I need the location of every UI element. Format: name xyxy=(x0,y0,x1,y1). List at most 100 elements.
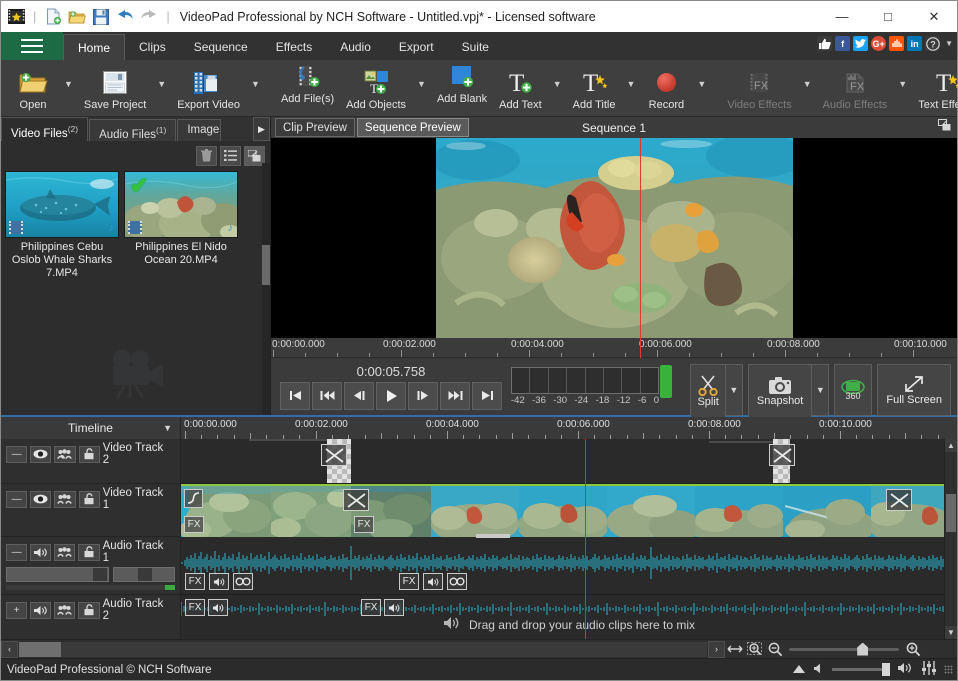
record-dropdown-caret[interactable]: ▼ xyxy=(692,79,711,89)
open-project-icon[interactable] xyxy=(66,6,88,28)
list-view-icon[interactable] xyxy=(220,146,241,166)
expand-track-button[interactable]: + xyxy=(6,602,27,619)
audio-effects-dropdown-caret[interactable]: ▼ xyxy=(893,79,912,89)
zoom-out-icon[interactable] xyxy=(765,641,785,658)
media-item[interactable]: ✔ ♪ Philippines El Nido Ocean 20.MP4 xyxy=(124,171,238,280)
save-project-dropdown-caret[interactable]: ▼ xyxy=(152,79,171,89)
add-objects-button[interactable]: T Add Objects xyxy=(340,66,412,111)
volume-high-icon[interactable] xyxy=(897,662,914,677)
unlock-icon[interactable] xyxy=(78,544,99,561)
lane-video-track-2[interactable]: FX FX xyxy=(181,439,957,484)
tab-home[interactable]: Home xyxy=(63,34,125,60)
audio-effects-button[interactable]: FX Audio Effects xyxy=(817,66,894,111)
resize-grip-icon[interactable] xyxy=(944,665,953,674)
close-button[interactable]: ✕ xyxy=(911,1,957,32)
minimize-button[interactable]: — xyxy=(819,1,865,32)
volume-low-icon[interactable] xyxy=(813,663,825,677)
go-to-start-button[interactable] xyxy=(280,382,310,410)
timeline-ruler[interactable]: 0:00:00.000 0:00:02.000 0:00:04.000 0:00… xyxy=(181,417,957,439)
mixer-icon[interactable] xyxy=(921,661,937,678)
preview-ruler[interactable]: 0:00:00.000 0:00:02.000 0:00:04.000 0:00… xyxy=(271,338,957,358)
timeline-clip[interactable] xyxy=(695,486,783,536)
redo-icon[interactable] xyxy=(138,6,160,28)
media-panel-scroll-thumb[interactable] xyxy=(262,245,270,285)
timeline-vertical-scrollbar[interactable]: ▲ ▼ xyxy=(944,439,957,639)
timeline-clip[interactable] xyxy=(431,486,519,536)
add-blank-button[interactable]: Add Blank xyxy=(431,60,493,116)
text-effects-button[interactable]: T Text Effects xyxy=(912,66,958,111)
tab-export[interactable]: Export xyxy=(385,34,448,60)
save-icon[interactable] xyxy=(90,6,112,28)
fit-width-icon[interactable] xyxy=(725,641,745,658)
group-icon[interactable] xyxy=(54,446,75,463)
pan-slider[interactable] xyxy=(113,567,175,582)
scroll-right-button[interactable]: › xyxy=(708,641,725,658)
timeline-clip[interactable] xyxy=(783,486,871,536)
video-preview-stage[interactable] xyxy=(271,138,957,338)
tab-effects[interactable]: Effects xyxy=(262,34,326,60)
track-lanes[interactable]: FX FX xyxy=(181,439,957,639)
transition-icon[interactable] xyxy=(343,489,369,511)
expand-icon[interactable] xyxy=(792,663,806,677)
add-title-button[interactable]: T Add Title xyxy=(567,66,622,111)
media-item[interactable]: ♪ Philippines Cebu Oslob Whale Sharks 7.… xyxy=(5,171,119,280)
collapse-track-button[interactable]: — xyxy=(6,491,27,508)
undo-icon[interactable] xyxy=(114,6,136,28)
step-forward-button[interactable] xyxy=(408,382,438,410)
timeline-clip[interactable]: FX xyxy=(181,486,271,536)
thumbs-up-icon[interactable] xyxy=(817,36,832,51)
lane-video-track-1[interactable]: FX xyxy=(181,484,957,537)
link-icon[interactable] xyxy=(233,573,253,590)
unlock-icon[interactable] xyxy=(78,602,99,619)
transition-icon[interactable] xyxy=(886,489,912,511)
speaker-icon[interactable] xyxy=(423,573,443,590)
collapse-track-button[interactable]: — xyxy=(6,446,27,463)
360-button[interactable]: 360 xyxy=(834,364,872,416)
video-effects-button[interactable]: FX Video Effects xyxy=(721,66,797,111)
add-files-button[interactable]: Add File(s) xyxy=(275,60,340,116)
timeline-clip[interactable] xyxy=(271,486,351,536)
tab-clips[interactable]: Clips xyxy=(125,34,180,60)
scroll-down-icon[interactable]: ▼ xyxy=(945,626,957,639)
timeline-title-area[interactable]: Timeline ▼ xyxy=(1,417,181,439)
speaker-icon[interactable] xyxy=(208,599,228,616)
transition-icon[interactable] xyxy=(769,444,795,466)
curve-icon[interactable] xyxy=(184,489,203,508)
google-plus-icon[interactable]: G+ xyxy=(871,36,886,51)
link-icon[interactable] xyxy=(447,573,467,590)
split-dropdown-caret[interactable]: ▼ xyxy=(725,365,742,415)
tab-sequence[interactable]: Sequence xyxy=(180,34,262,60)
save-project-button[interactable]: Save Project xyxy=(78,66,152,111)
collapse-track-button[interactable]: — xyxy=(6,544,27,561)
group-icon[interactable] xyxy=(54,491,75,508)
volume-slider[interactable] xyxy=(6,567,109,582)
timeline-clip[interactable] xyxy=(607,486,695,536)
fx-tag[interactable]: FX xyxy=(185,573,205,590)
export-video-dropdown-caret[interactable]: ▼ xyxy=(246,79,265,89)
main-menu-button[interactable] xyxy=(1,32,63,60)
unlock-icon[interactable] xyxy=(79,491,100,508)
media-tabs-next-icon[interactable]: ▶ xyxy=(253,117,270,141)
zoom-in-icon[interactable] xyxy=(903,641,923,658)
soundcloud-icon[interactable] xyxy=(889,36,904,51)
horizontal-scroll-thumb[interactable] xyxy=(19,642,61,657)
media-panel-scroll-track[interactable] xyxy=(262,163,270,415)
zoom-selection-icon[interactable] xyxy=(745,641,765,658)
unlock-icon[interactable] xyxy=(79,446,100,463)
timeline-dropdown-caret[interactable]: ▼ xyxy=(163,423,172,433)
speaker-icon[interactable] xyxy=(30,544,51,561)
eye-icon[interactable] xyxy=(30,446,51,463)
eye-icon[interactable] xyxy=(30,491,51,508)
tab-audio[interactable]: Audio xyxy=(326,34,385,60)
speaker-icon[interactable] xyxy=(209,573,229,590)
twitter-icon[interactable] xyxy=(853,36,868,51)
open-button[interactable]: Open xyxy=(7,66,59,111)
detach-icon[interactable] xyxy=(938,119,951,134)
timeline-clip[interactable]: FX xyxy=(709,441,773,443)
add-title-dropdown-caret[interactable]: ▼ xyxy=(621,79,640,89)
group-icon[interactable] xyxy=(54,544,75,561)
new-project-icon[interactable] xyxy=(42,6,64,28)
snapshot-button[interactable]: Snapshot xyxy=(749,365,811,417)
fx-tag[interactable]: FX xyxy=(184,516,204,533)
fx-tag[interactable]: FX xyxy=(185,599,205,616)
